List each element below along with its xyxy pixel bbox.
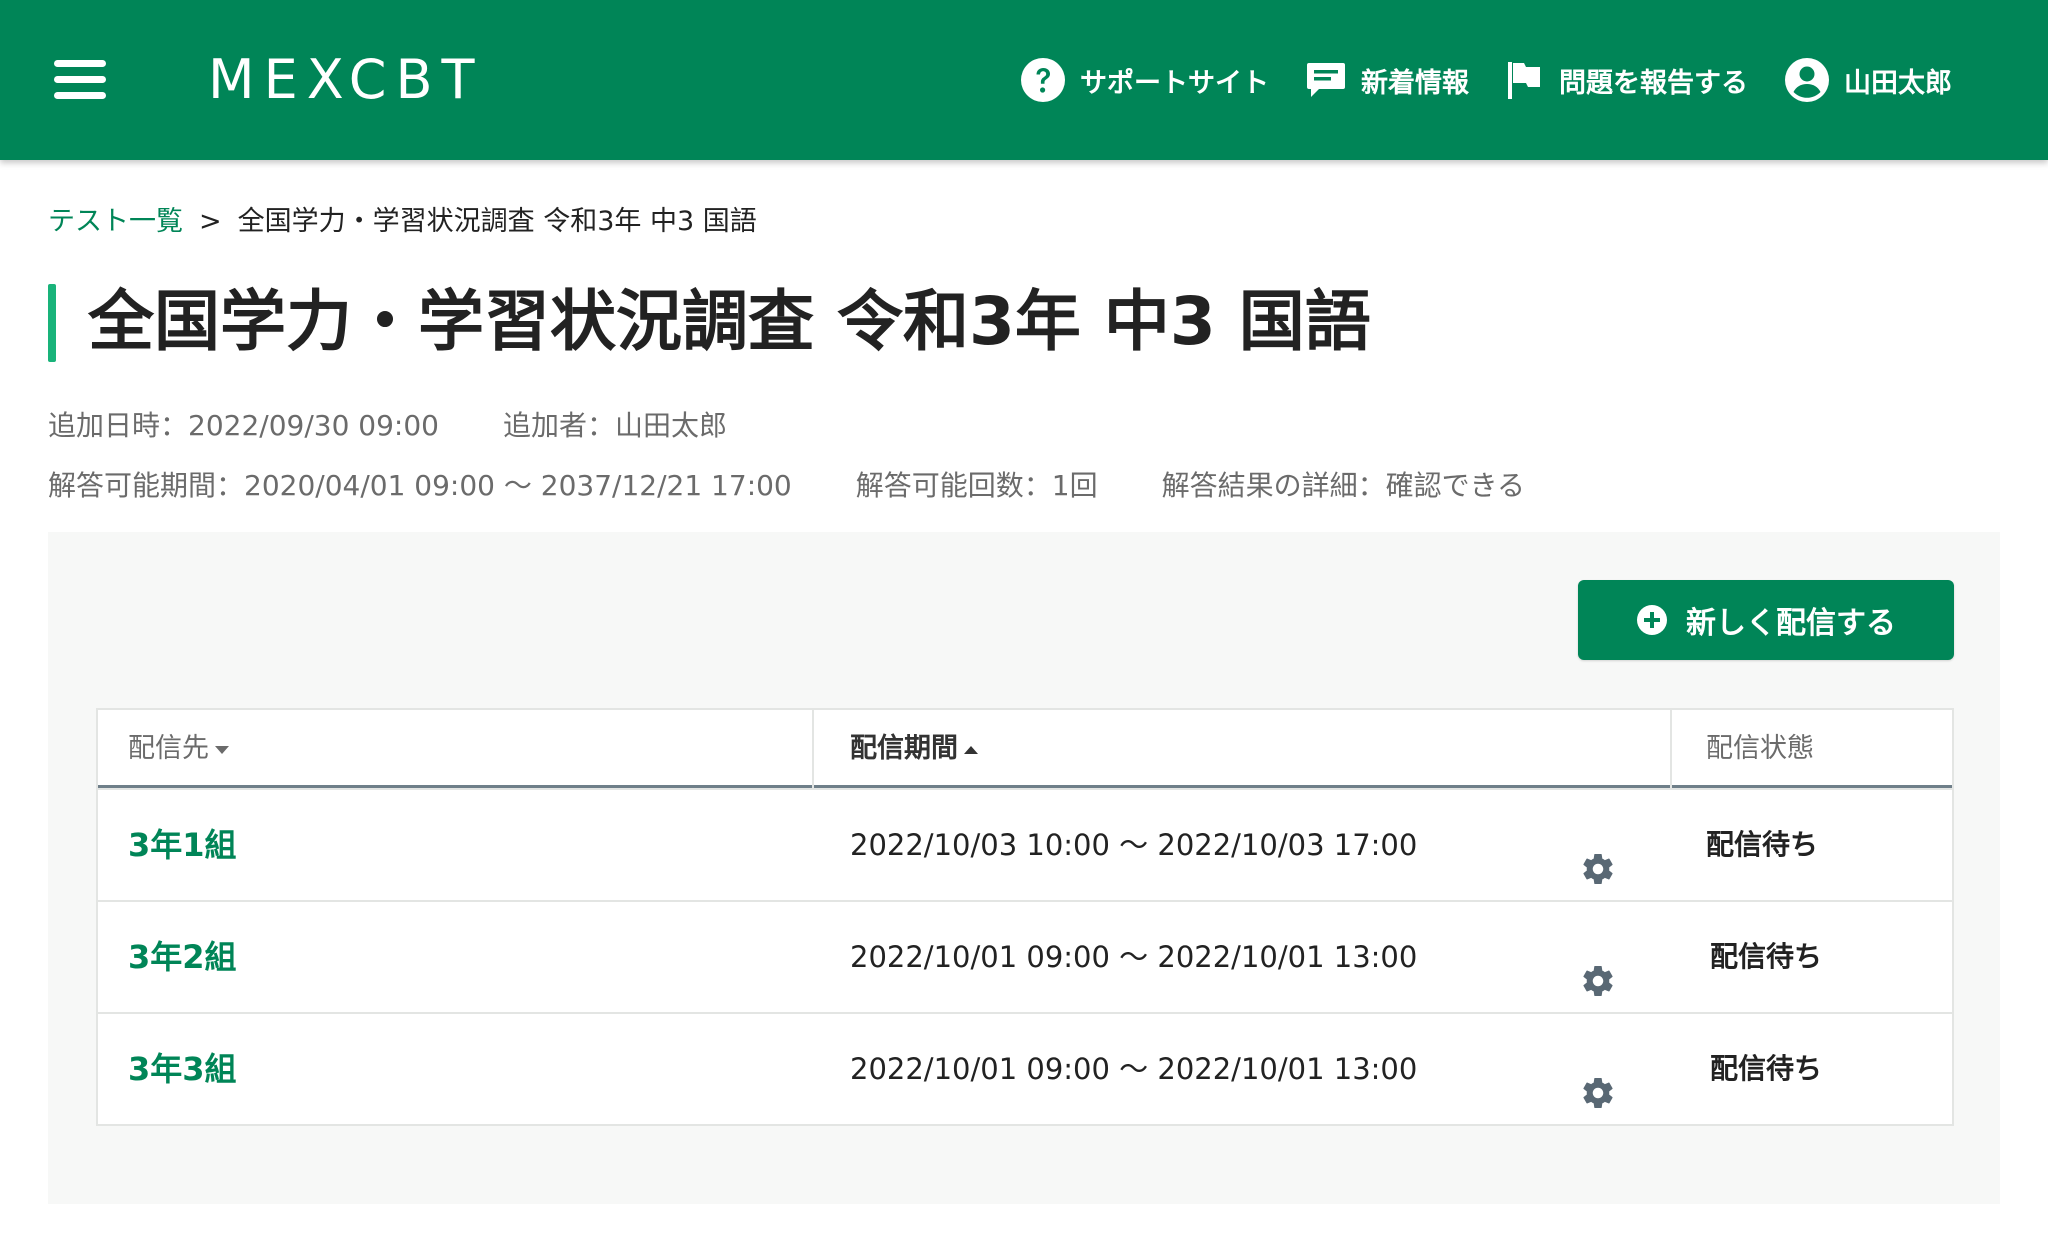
row-period: 2022/10/01 09:00 〜 2022/10/01 13:00 xyxy=(850,940,1418,974)
breadcrumb-current: 全国学力・学習状況調査 令和3年 中3 国語 xyxy=(237,206,757,237)
table-row: 3年3組 2022/10/01 09:00 〜 2022/10/01 13:00… xyxy=(98,1012,1952,1124)
settings-gear-icon[interactable] xyxy=(1580,939,1616,996)
column-header-period[interactable]: 配信期間 xyxy=(850,710,978,788)
new-delivery-button[interactable]: 新しく配信する xyxy=(1578,580,1954,660)
test-meta-row-2: 解答可能期間：2020/04/01 09:00 〜 2037/12/21 17:… xyxy=(48,464,1525,508)
header-nav: サポートサイト 新着情報 問題を報告する 山田太郎 xyxy=(1020,52,1952,108)
row-period: 2022/10/03 10:00 〜 2022/10/03 17:00 xyxy=(850,828,1418,862)
plus-circle-icon xyxy=(1637,605,1667,635)
row-class-link[interactable]: 3年3組 xyxy=(128,1014,237,1124)
app-logo[interactable]: MEXCBT xyxy=(208,50,484,110)
row-class-link[interactable]: 3年2組 xyxy=(128,902,237,1012)
breadcrumb: テスト一覧 > 全国学力・学習状況調査 令和3年 中3 国語 xyxy=(48,200,757,244)
new-delivery-label: 新しく配信する xyxy=(1686,606,1896,641)
user-avatar-icon xyxy=(1785,58,1829,102)
page-title: 全国学力・学習状況調査 令和3年 中3 国語 xyxy=(88,283,1371,360)
column-destination-label: 配信先 xyxy=(128,733,209,764)
table-header: 配信先 配信期間 配信状態 xyxy=(98,710,1952,788)
help-circle-icon xyxy=(1021,58,1065,102)
delivery-panel: 新しく配信する 配信先 配信期間 配信状態 3年1組 2022/10/03 10… xyxy=(48,532,2000,1204)
column-header-destination[interactable]: 配信先 xyxy=(128,710,229,788)
row-period: 2022/10/01 09:00 〜 2022/10/01 13:00 xyxy=(850,1052,1418,1086)
meta-added-at: 追加日時：2022/09/30 09:00 xyxy=(48,409,439,442)
row-class-link[interactable]: 3年1組 xyxy=(128,790,237,900)
sort-up-icon xyxy=(964,745,978,754)
flag-icon xyxy=(1508,62,1540,99)
meta-added-by: 追加者：山田太郎 xyxy=(502,409,727,442)
delivery-table: 配信先 配信期間 配信状態 3年1組 2022/10/03 10:00 〜 20… xyxy=(96,708,1954,1126)
table-row: 3年1組 2022/10/03 10:00 〜 2022/10/03 17:00… xyxy=(98,788,1952,900)
nav-support-site[interactable]: サポートサイト xyxy=(1020,57,1269,103)
test-meta-row-1: 追加日時：2022/09/30 09:00 追加者：山田太郎 xyxy=(48,404,727,448)
nav-report-label: 問題を報告する xyxy=(1559,67,1748,99)
breadcrumb-test-list-link[interactable]: テスト一覧 xyxy=(48,200,183,244)
row-status: 配信待ち xyxy=(1710,1052,1823,1085)
column-period-label: 配信期間 xyxy=(850,733,958,764)
nav-report-problem[interactable]: 問題を報告する xyxy=(1505,59,1748,101)
title-accent-bar xyxy=(48,284,56,362)
nav-news-label: 新着情報 xyxy=(1361,67,1469,99)
table-row: 3年2組 2022/10/01 09:00 〜 2022/10/01 13:00… xyxy=(98,900,1952,1012)
row-status: 配信待ち xyxy=(1706,828,1819,861)
sort-down-icon xyxy=(215,745,229,754)
nav-support-label: サポートサイト xyxy=(1080,67,1269,99)
app-header: MEXCBT サポートサイト 新着情報 問題を報告する 山田太郎 xyxy=(0,0,2048,160)
hamburger-menu-icon[interactable] xyxy=(54,60,106,100)
breadcrumb-separator: > xyxy=(199,206,222,237)
meta-answer-count: 解答可能回数：1回 xyxy=(855,469,1098,502)
meta-answer-period: 解答可能期間：2020/04/01 09:00 〜 2037/12/21 17:… xyxy=(48,469,792,502)
row-status: 配信待ち xyxy=(1710,940,1823,973)
chat-bubble-icon xyxy=(1307,63,1345,97)
settings-gear-icon[interactable] xyxy=(1580,1051,1616,1108)
column-header-status: 配信状態 xyxy=(1706,733,1814,764)
settings-gear-icon[interactable] xyxy=(1580,827,1616,884)
nav-user-name: 山田太郎 xyxy=(1844,67,1952,99)
meta-result-detail: 解答結果の詳細：確認できる xyxy=(1161,469,1526,502)
nav-news[interactable]: 新着情報 xyxy=(1305,59,1469,101)
nav-user-account[interactable]: 山田太郎 xyxy=(1784,57,1952,103)
